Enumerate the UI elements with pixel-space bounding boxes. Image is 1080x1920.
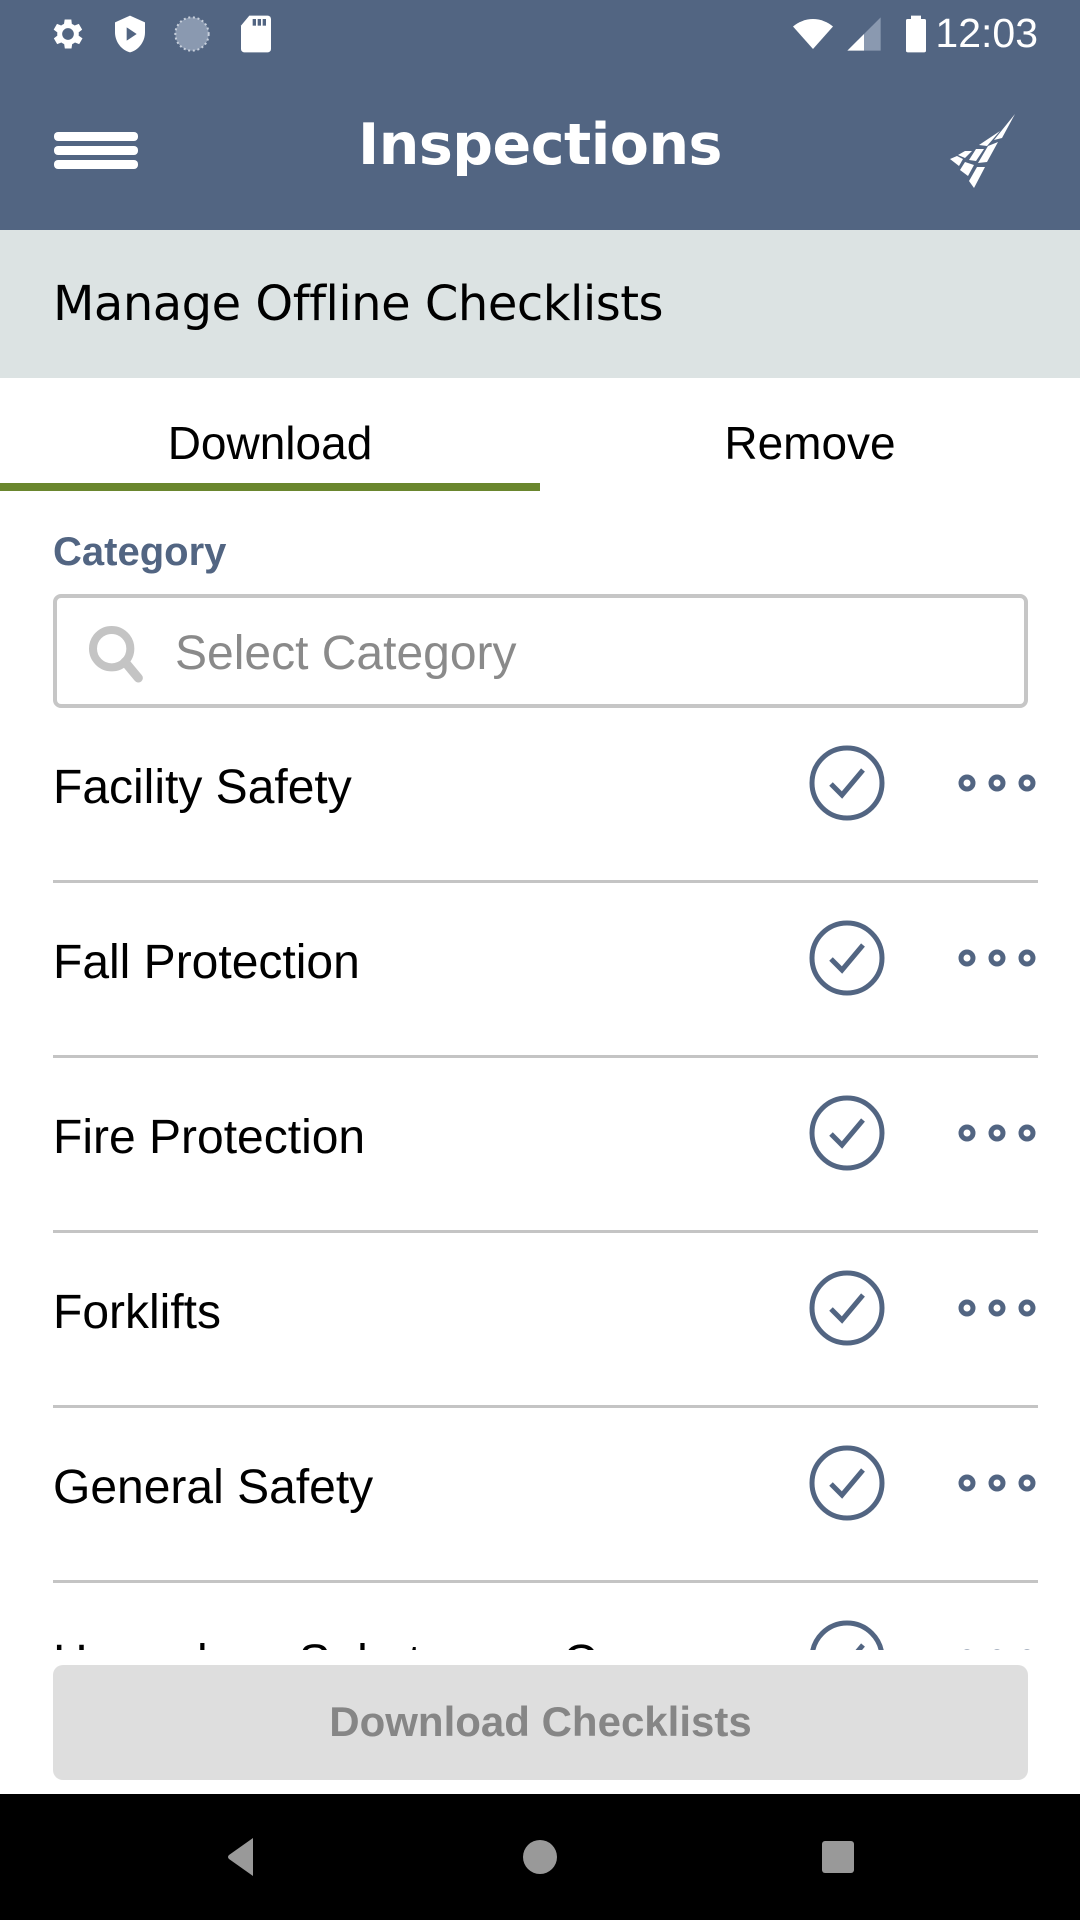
search-icon (89, 626, 143, 683)
app-title: Inspections (358, 112, 722, 178)
gear-icon (53, 19, 83, 49)
system-nav-bar (0, 1794, 1080, 1920)
checklist-list[interactable]: Facility Safety Fall Protection Fire Pro… (0, 708, 1080, 1650)
category-label: Category (53, 530, 227, 574)
list-item[interactable]: General Safety (0, 1408, 1080, 1583)
more-options-icon[interactable] (955, 1470, 1040, 1496)
list-item[interactable]: Fire Protection (0, 1058, 1080, 1233)
tab-download[interactable]: Download (0, 378, 540, 490)
home-icon[interactable] (507, 1824, 573, 1890)
checklist-name: Fire Protection (53, 1111, 366, 1164)
check-circle-icon[interactable] (808, 744, 886, 822)
active-tab-indicator (0, 483, 540, 491)
list-item[interactable]: Forklifts (0, 1233, 1080, 1408)
check-circle-icon[interactable] (808, 1619, 886, 1650)
category-placeholder: Select Category (175, 627, 517, 680)
checklist-name: Facility Safety (53, 761, 352, 814)
list-item[interactable]: Hazardous Substances Commun (0, 1583, 1080, 1650)
more-options-icon[interactable] (955, 945, 1040, 971)
more-options-icon[interactable] (955, 770, 1040, 796)
brand-logo-icon (950, 114, 1015, 188)
more-options-icon[interactable] (955, 1120, 1040, 1146)
sub-header: Manage Offline Checklists (0, 230, 1080, 378)
sd-card-icon (241, 15, 271, 53)
checklist-name: Hazardous Substances Commun (53, 1635, 757, 1650)
battery-icon (906, 15, 926, 53)
shield-play-icon (115, 15, 145, 53)
download-checklists-button[interactable]: Download Checklists (53, 1665, 1028, 1780)
checklist-name: Fall Protection (53, 936, 360, 989)
status-bar: 12:03 (0, 0, 1080, 92)
recents-icon[interactable] (805, 1824, 871, 1890)
check-circle-icon[interactable] (808, 1094, 886, 1172)
clock: 12:03 (935, 10, 1038, 56)
app-bar: Inspections (0, 92, 1080, 230)
checklist-name: General Safety (53, 1461, 374, 1514)
checklist-name: Forklifts (53, 1286, 221, 1339)
more-options-icon[interactable] (955, 1295, 1040, 1321)
more-options-icon[interactable] (955, 1645, 1040, 1650)
back-icon[interactable] (209, 1824, 275, 1890)
check-circle-icon[interactable] (808, 1269, 886, 1347)
page-title: Manage Offline Checklists (53, 276, 664, 332)
cell-signal-icon (847, 17, 881, 51)
tab-bar: Download Remove (0, 378, 1080, 491)
wifi-icon (793, 19, 833, 49)
sync-spinner-icon (174, 16, 210, 52)
check-circle-icon[interactable] (808, 1444, 886, 1522)
list-item[interactable]: Fall Protection (0, 883, 1080, 1058)
category-search-input[interactable]: Select Category (53, 594, 1028, 708)
check-circle-icon[interactable] (808, 919, 886, 997)
list-item[interactable]: Facility Safety (0, 708, 1080, 883)
tab-remove[interactable]: Remove (540, 378, 1080, 490)
